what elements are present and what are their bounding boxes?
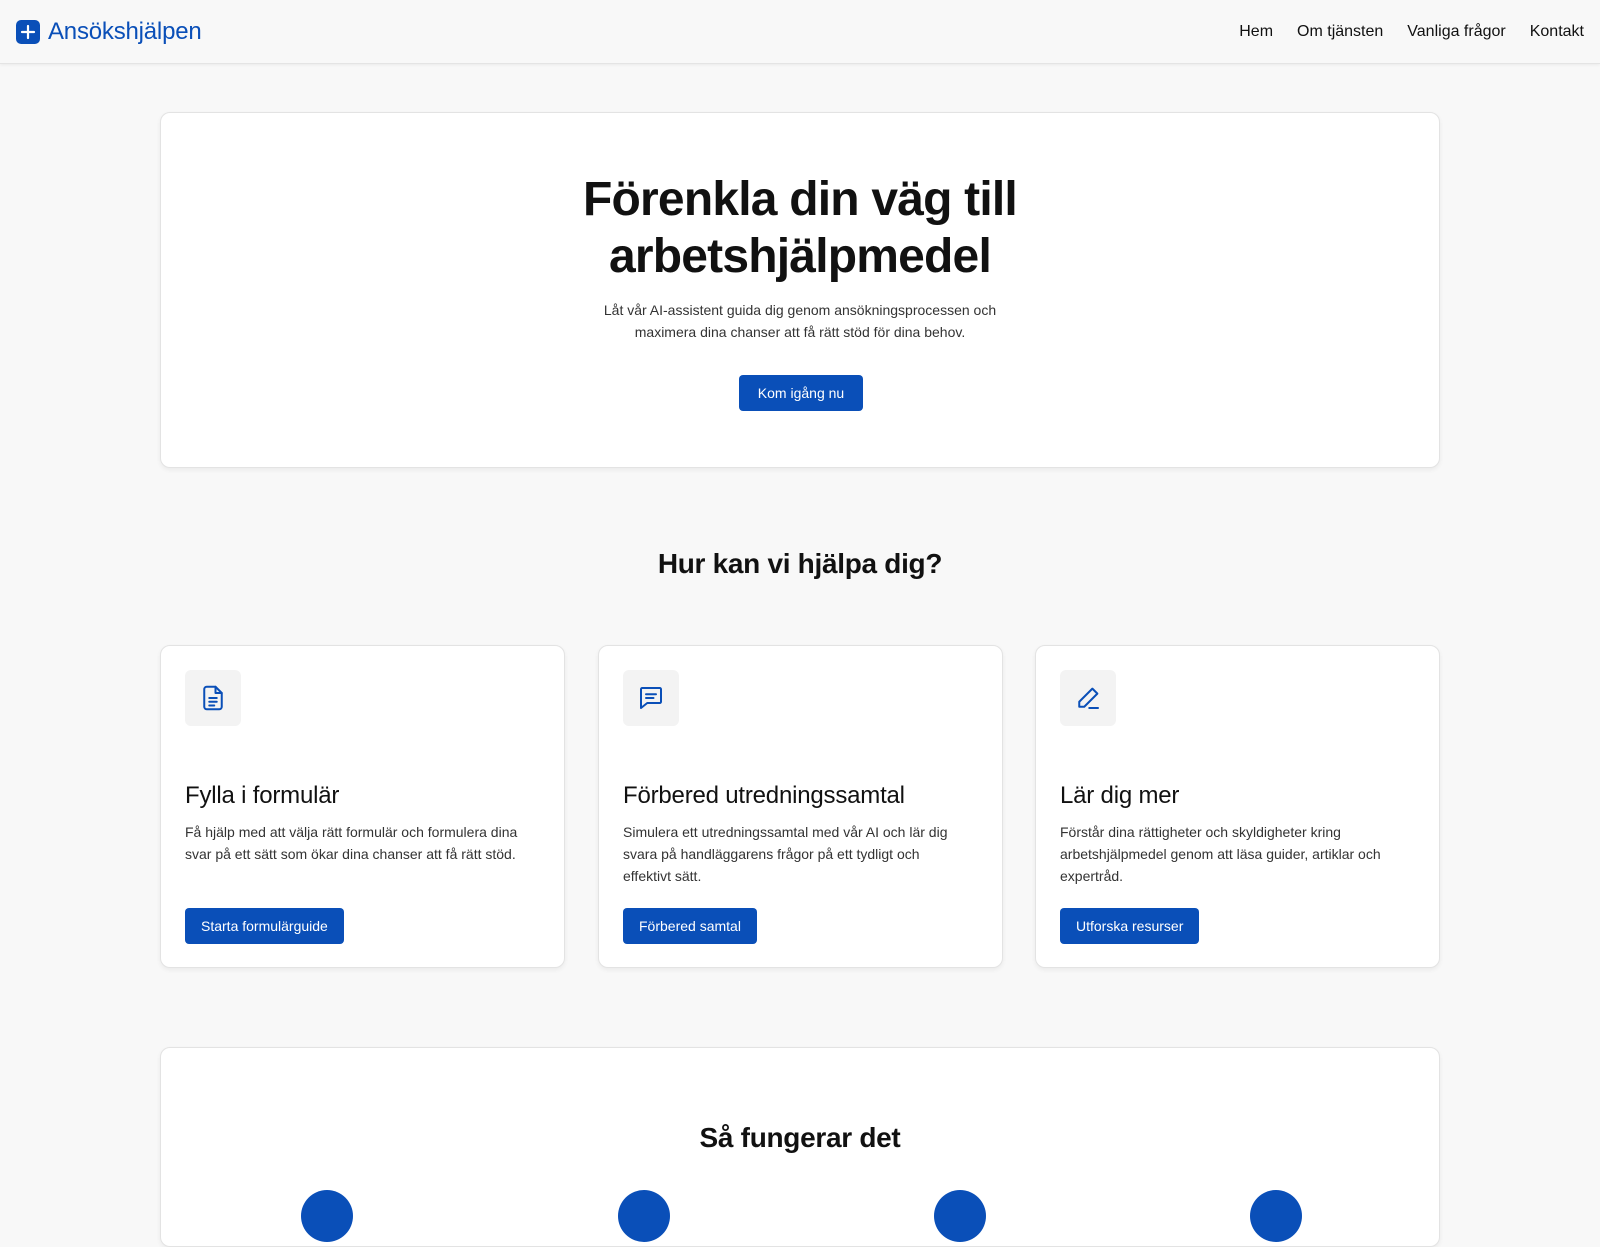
hero-subtitle: Låt vår AI-assistent guida dig genom ans…: [161, 299, 1439, 343]
plus-icon: [16, 20, 40, 44]
help-section-title: Hur kan vi hjälpa dig?: [657, 548, 943, 579]
feature-text-line: effektivt sätt.: [623, 868, 702, 884]
hero-card: Förenkla din väg till arbetshjälpmedel L…: [160, 112, 1440, 468]
how-it-works-title: Så fungerar det: [699, 1122, 901, 1153]
nav-item-om-tjansten[interactable]: Om tjänsten: [1297, 20, 1383, 44]
feature-text: Simulera ett utredningssamtal med vår AI…: [623, 821, 983, 887]
feature-text: Få hjälp med att välja rätt formulär och…: [185, 821, 545, 865]
step-circle: [618, 1190, 670, 1242]
feature-card-interview: Förbered utredningssamtal Simulera ett u…: [598, 645, 1003, 968]
feature-text-line: svara på handläggarens frågor på ett tyd…: [623, 846, 920, 862]
how-it-works-card: Så fungerar det: [160, 1047, 1440, 1247]
chat-icon: [623, 670, 679, 726]
feature-card-forms: Fylla i formulär Få hjälp med att välja …: [160, 645, 565, 968]
logo-link[interactable]: Ansökshjälpen: [16, 17, 202, 47]
nav-item-vanliga-fragor[interactable]: Vanliga frågor: [1407, 20, 1505, 44]
feature-text: Förstår dina rättigheter och skyldighete…: [1060, 821, 1420, 887]
feature-text-line: expertråd.: [1060, 868, 1124, 884]
main-nav: Hem Om tjänsten Vanliga frågor Kontakt: [1239, 20, 1584, 44]
feature-title: Förbered utredningssamtal: [623, 782, 905, 809]
feature-title: Lär dig mer: [1060, 782, 1180, 809]
site-header: Ansökshjälpen Hem Om tjänsten Vanliga fr…: [0, 0, 1600, 64]
feature-text-line: Förstår dina rättigheter och skyldighete…: [1060, 824, 1341, 840]
hero-title: Förenkla din väg till arbetshjälpmedel: [161, 171, 1439, 285]
prepare-interview-button[interactable]: Förbered samtal: [623, 908, 757, 944]
step-circle: [1250, 1190, 1302, 1242]
logo-text: Ansökshjälpen: [48, 18, 202, 45]
hero-subtitle-line: maximera dina chanser att få rätt stöd f…: [634, 324, 966, 340]
feature-text-line: Få hjälp med att välja rätt formulär och…: [185, 824, 518, 840]
feature-text-line: arbetshjälpmedel genom att läsa guider, …: [1060, 846, 1381, 862]
step-circle: [934, 1190, 986, 1242]
nav-item-hem[interactable]: Hem: [1239, 20, 1273, 44]
start-form-guide-button[interactable]: Starta formulärguide: [185, 908, 344, 944]
feature-title: Fylla i formulär: [185, 782, 340, 809]
feature-card-learn: Lär dig mer Förstår dina rättigheter och…: [1035, 645, 1440, 968]
hero-title-line: Förenkla din väg till: [583, 173, 1018, 226]
nav-item-kontakt[interactable]: Kontakt: [1530, 20, 1584, 44]
explore-resources-button[interactable]: Utforska resurser: [1060, 908, 1200, 944]
step-circle: [301, 1190, 353, 1242]
hero-subtitle-line: Låt vår AI-assistent guida dig genom ans…: [603, 302, 997, 318]
hero-title-line: arbetshjälpmedel: [608, 230, 992, 283]
pen-icon: [1060, 670, 1116, 726]
feature-text-line: svar på ett sätt som ökar dina chanser a…: [185, 846, 516, 862]
get-started-button[interactable]: Kom igång nu: [739, 375, 863, 411]
document-icon: [185, 670, 241, 726]
feature-text-line: Simulera ett utredningssamtal med vår AI…: [623, 824, 948, 840]
